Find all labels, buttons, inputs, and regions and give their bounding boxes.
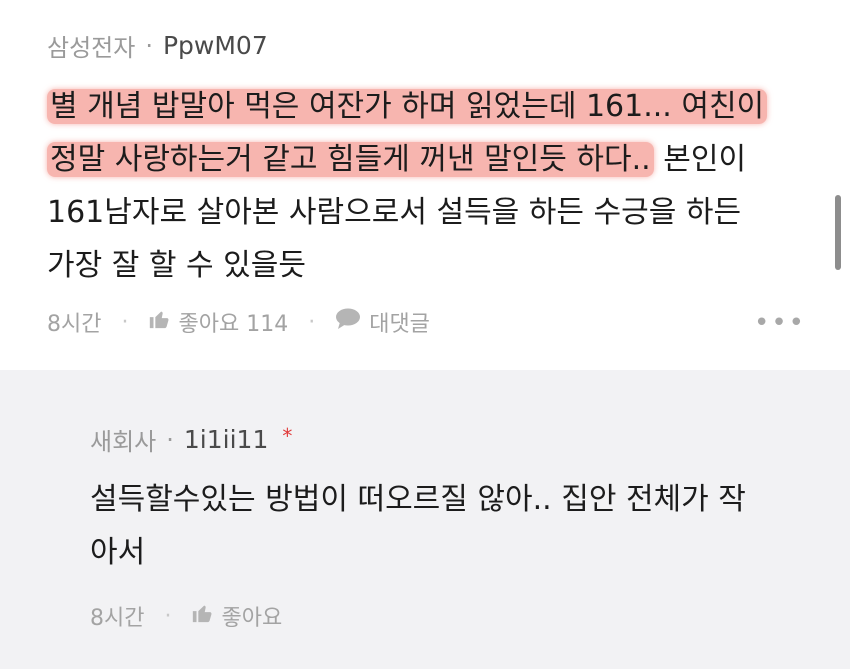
reply-username[interactable]: 1i1ii11 [184,425,268,454]
comment-highlight: 정말 사랑하는거 같고 힘들게 꺼낸 말인듯 하다.. [47,142,654,177]
reply-like-label: 좋아요 [221,606,283,631]
reply-like-button[interactable]: 좋아요 [191,600,282,632]
comment-line: 161남자로 살아본 사람으로서 설득을 하든 수긍을 하든 [47,186,767,239]
comment-body: 별 개념 밥말아 먹은 여잔가 하며 읽었는데 161... 여친이 정말 사랑… [47,80,768,292]
comment-line: 정말 사랑하는거 같고 힘들게 꺼낸 말인듯 하다.. 본인이 [47,133,767,186]
reply-line: 아서 [90,535,146,570]
like-label: 좋아요 114 [178,312,289,337]
thumbs-up-icon [148,308,170,336]
action-separator: · [308,309,316,335]
action-separator: · [164,603,172,629]
author-star-icon: * [282,423,293,448]
reply-author-line: 새회사 · 1i1ii11 * [90,422,292,457]
comment-username[interactable]: PpwM07 [163,31,268,60]
scrollbar[interactable] [835,195,841,270]
comment-card: 삼성전자 · PpwM07 별 개념 밥말아 먹은 여잔가 하며 읽었는데 16… [0,0,850,370]
like-button[interactable]: 좋아요 114 [148,306,288,338]
comment-highlight: 별 개념 밥말아 먹은 여잔가 하며 읽었는데 161... 여친이 [47,89,768,124]
comment-line: 가장 잘 할 수 있을듯 [47,239,767,292]
comment-text: 161남자로 살아본 사람으로서 설득을 하든 수긍을 하든 [47,195,742,230]
comment-text: 본인이 [653,142,747,177]
more-dots-icon[interactable]: ••• [754,308,806,338]
reply-company[interactable]: 새회사 [90,422,156,457]
reply-time: 8시간 [90,606,145,631]
comment-line: 별 개념 밥말아 먹은 여잔가 하며 읽었는데 161... 여친이 [47,80,768,133]
reply-label: 대댓글 [369,312,430,337]
comment-separator: · [145,31,153,60]
reply-actions: 8시간 · 좋아요 [90,600,282,632]
comment-actions: 8시간 · 좋아요 114 · 대댓글 [47,306,430,338]
reply-line: 설득할수있는 방법이 떠오르질 않아.. 집안 전체가 작 [90,482,746,517]
comment-time: 8시간 [47,312,102,337]
thumbs-up-icon [191,602,213,630]
action-separator: · [121,309,129,335]
reply-separator: · [166,425,174,454]
comment-company[interactable]: 삼성전자 [47,28,135,63]
comment-author-line: 삼성전자 · PpwM07 [47,28,268,63]
speech-bubble-icon [335,308,361,336]
reply-body: 설득할수있는 방법이 떠오르질 않아.. 집안 전체가 작 아서 [90,474,746,580]
comment-text: 가장 잘 할 수 있을듯 [47,248,306,283]
reply-button[interactable]: 대댓글 [335,306,430,338]
